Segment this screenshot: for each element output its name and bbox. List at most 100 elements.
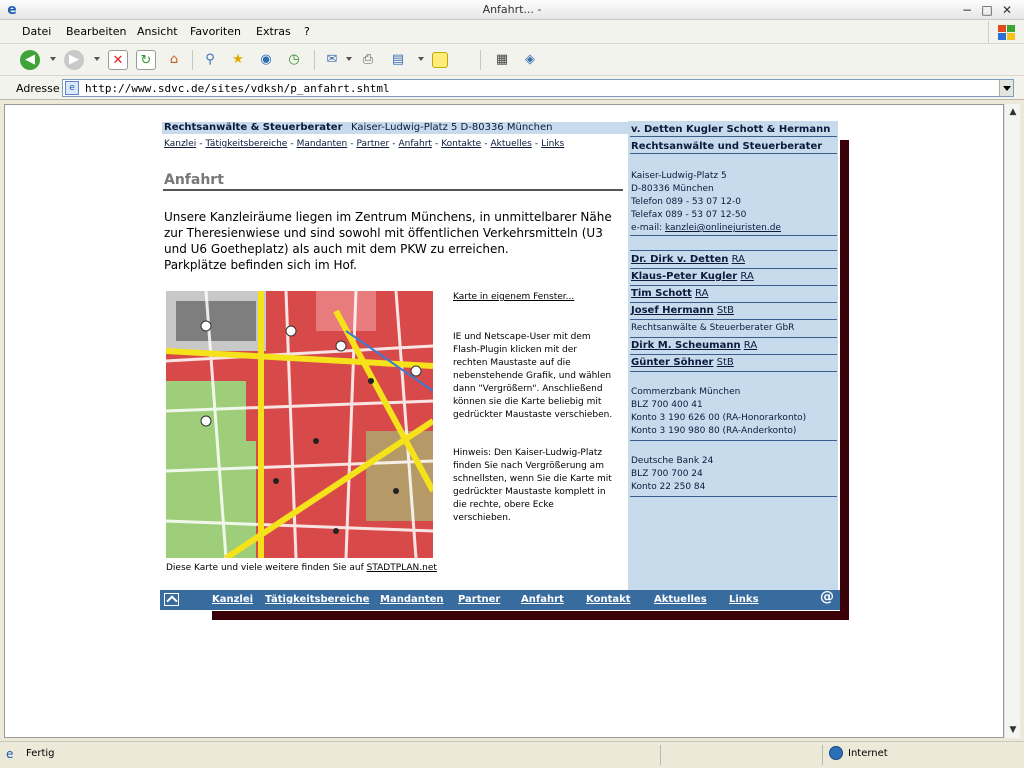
print-icon[interactable]: ⎙ [358, 50, 378, 70]
favorites-icon[interactable]: ★ [228, 50, 248, 70]
sidebar-subtitle: Rechtsanwälte und Steuerberater [631, 141, 823, 152]
windows-flag-icon [988, 21, 1018, 43]
scroll-down-icon[interactable]: ▼ [1005, 722, 1021, 738]
maximize-button[interactable]: □ [978, 2, 996, 18]
sidebar-rule [630, 136, 837, 137]
refresh-icon[interactable]: ↻ [136, 50, 156, 70]
research-icon[interactable]: ▦ [492, 50, 512, 70]
intro-text: Unsere Kanzleiräume liegen im Zentrum Mü… [164, 209, 624, 273]
city-map-image[interactable] [166, 291, 433, 558]
footer-nav-anfahrt[interactable]: Anfahrt [521, 594, 564, 605]
menu-extras[interactable]: Extras [256, 25, 291, 38]
address-bar: Adresse e http://www.sdvc.de/sites/vdksh… [0, 76, 1024, 100]
edit-dropdown-icon[interactable] [418, 57, 424, 61]
sidebar-contact: Kaiser-Ludwig-Platz 5 D-80336 München Te… [631, 170, 781, 235]
nav-partner[interactable]: Partner [357, 139, 390, 149]
partner-row: Klaus-Peter Kugler RA [631, 271, 754, 282]
footer-nav-links[interactable]: Links [729, 594, 759, 605]
home-icon[interactable]: ⌂ [164, 50, 184, 70]
partner-link[interactable]: Klaus-Peter Kugler [631, 271, 737, 282]
media-icon[interactable]: ◉ [256, 50, 276, 70]
internet-zone-icon [829, 746, 843, 760]
messenger-icon[interactable]: ◈ [520, 50, 540, 70]
sidebar-rule [630, 337, 837, 338]
sidebar-rule [630, 153, 837, 154]
partner-row: Günter Söhner StB [631, 357, 734, 368]
nav-kontakte[interactable]: Kontakte [441, 139, 481, 149]
menu-help[interactable]: ? [304, 25, 310, 38]
bank-line: Konto 3 190 626 00 (RA-Honorarkonto) [631, 413, 807, 423]
toolbar-separator [480, 50, 481, 70]
intro-paragraph: Unsere Kanzleiräume liegen im Zentrum Mü… [164, 210, 612, 256]
address-input[interactable]: e http://www.sdvc.de/sites/vdksh/p_anfah… [62, 79, 1014, 97]
stop-icon[interactable]: ✕ [108, 50, 128, 70]
partner-role: RA [740, 271, 754, 282]
partner-role: StB [716, 305, 734, 316]
partner-link[interactable]: Tim Schott [631, 288, 692, 299]
email-at-icon[interactable]: @ [820, 589, 834, 605]
menu-bar: Datei Bearbeiten Ansicht Favoriten Extra… [0, 20, 1024, 44]
map-window-link[interactable]: Karte in eigenem Fenster... [453, 292, 574, 302]
parking-text: Parkplätze befinden sich im Hof. [164, 258, 357, 272]
bank-line: Konto 22 250 84 [631, 482, 706, 492]
mail-icon[interactable]: ✉ [322, 50, 342, 70]
map-credit: Diese Karte und viele weitere finden Sie… [166, 563, 437, 573]
forward-icon[interactable]: ▶ [64, 50, 84, 70]
scroll-up-icon[interactable]: ▲ [1005, 104, 1021, 120]
contact-phone: Telefon 089 - 53 07 12-0 [631, 197, 741, 207]
footer-nav-mandanten[interactable]: Mandanten [380, 594, 444, 605]
header-firm: Rechtsanwälte & Steuerberater [164, 122, 343, 133]
back-icon[interactable]: ◀ [20, 50, 40, 70]
stadtplan-link[interactable]: STADTPLAN.net [367, 563, 437, 573]
footer-nav-partner[interactable]: Partner [458, 594, 500, 605]
email-label: e-mail: [631, 223, 663, 233]
address-url[interactable]: http://www.sdvc.de/sites/vdksh/p_anfahrt… [85, 82, 390, 95]
partner-link[interactable]: Günter Söhner [631, 357, 713, 368]
nav-mandanten[interactable]: Mandanten [297, 139, 348, 149]
scroll-top-icon[interactable] [164, 593, 179, 606]
nav-anfahrt[interactable]: Anfahrt [398, 139, 431, 149]
edit-icon[interactable]: ▤ [388, 50, 408, 70]
search-icon[interactable]: ⚲ [200, 50, 220, 70]
back-dropdown-icon[interactable] [50, 57, 56, 61]
partner-role: StB [716, 357, 734, 368]
footer-nav-kontakt[interactable]: Kontakt [586, 594, 631, 605]
close-button[interactable]: ✕ [998, 2, 1016, 18]
sidebar-rule [630, 496, 837, 497]
nav-taetigkeitsbereiche[interactable]: Tätigkeitsbereiche [205, 139, 287, 149]
sidebar-rule [630, 371, 837, 372]
email-link[interactable]: kanzlei@onlinejuristen.de [665, 223, 781, 233]
footer-nav-kanzlei[interactable]: Kanzlei [212, 594, 253, 605]
nav-aktuelles[interactable]: Aktuelles [490, 139, 531, 149]
partner-link[interactable]: Dr. Dirk v. Detten [631, 254, 728, 265]
menu-bearbeiten[interactable]: Bearbeiten [66, 25, 126, 38]
bank-line: BLZ 700 400 41 [631, 400, 703, 410]
bank-line: BLZ 700 700 24 [631, 469, 703, 479]
nav-kanzlei[interactable]: Kanzlei [164, 139, 196, 149]
menu-datei[interactable]: Datei [22, 25, 51, 38]
history-icon[interactable]: ◷ [284, 50, 304, 70]
menu-favoriten[interactable]: Favoriten [190, 25, 241, 38]
status-text: Fertig [26, 748, 55, 759]
partner-row: Dirk M. Scheumann RA [631, 340, 757, 351]
nav-links[interactable]: Links [541, 139, 564, 149]
partner-role: RA [743, 340, 758, 351]
page-status-icon: e [6, 747, 14, 761]
partner-row: Tim Schott RA [631, 288, 708, 299]
top-navigation: Kanzlei - Tätigkeitsbereiche - Mandanten - Par… [164, 139, 565, 149]
address-dropdown-button[interactable] [999, 80, 1013, 96]
footer-nav-taetigkeitsbereiche[interactable]: Tätigkeitsbereiche [265, 594, 369, 605]
partner-link[interactable]: Josef Hermann [631, 305, 714, 316]
minimize-button[interactable]: − [958, 2, 976, 18]
toolbar-separator [192, 50, 193, 70]
title-bar: e Anfahrt... - − □ ✕ [0, 0, 1024, 20]
footer-nav-aktuelles[interactable]: Aktuelles [654, 594, 707, 605]
partner-link[interactable]: Dirk M. Scheumann [631, 340, 741, 351]
mail-dropdown-icon[interactable] [346, 57, 352, 61]
status-bar: e Fertig Internet [0, 741, 1024, 768]
vertical-scrollbar[interactable]: ▲ ▼ [1004, 104, 1020, 738]
menu-ansicht[interactable]: Ansicht [137, 25, 178, 38]
map-help-text: IE und Netscape-User mit dem Flash-Plugi… [453, 332, 613, 420]
forward-dropdown-icon[interactable] [94, 57, 100, 61]
note-icon[interactable] [432, 52, 448, 68]
